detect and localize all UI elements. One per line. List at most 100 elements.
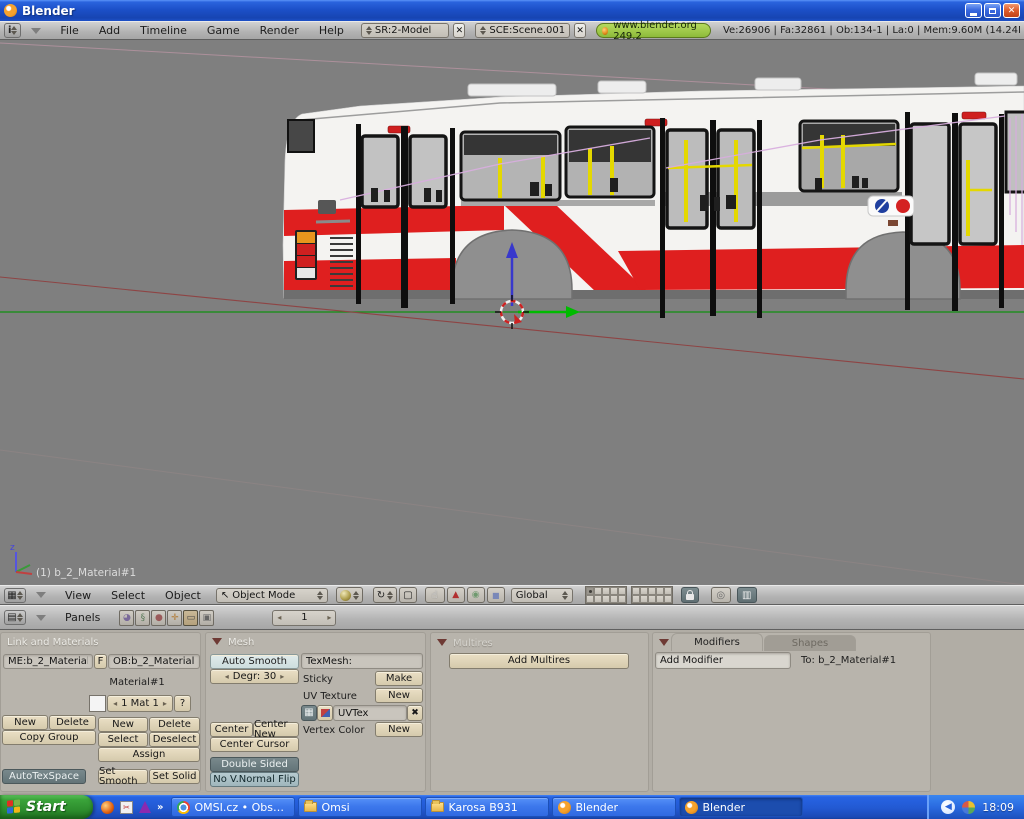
menu-game[interactable]: Game xyxy=(198,24,249,37)
panel-title[interactable]: Link and Materials xyxy=(7,637,98,648)
proportional-edit-button[interactable]: ◎ xyxy=(711,587,731,603)
uvtex-grid-button[interactable]: ▦ xyxy=(301,705,317,721)
panel-collapse-icon[interactable] xyxy=(659,639,669,646)
assign-button[interactable]: Assign xyxy=(98,747,200,762)
quick-launch-icon-1[interactable] xyxy=(101,801,114,814)
tab-shapes[interactable]: Shapes xyxy=(764,635,856,651)
start-button[interactable]: Start xyxy=(0,795,93,819)
screen-selector[interactable]: SR:2-Model xyxy=(361,23,449,38)
uvtex-delete-button[interactable]: ✖ xyxy=(407,705,423,721)
orientation-dropdown[interactable]: Global xyxy=(511,588,573,603)
3d-viewport[interactable]: z (1) b_2_Material#1 xyxy=(0,40,1024,585)
task-omsi-cz[interactable]: OMSI.cz • Obsah - G... xyxy=(171,797,295,817)
panel-collapse-icon[interactable] xyxy=(437,639,447,646)
shading-context-button[interactable]: ● xyxy=(151,610,166,626)
snap-target-button[interactable]: ▢ xyxy=(399,587,416,603)
pivot-dropdown[interactable]: ↻ xyxy=(373,587,397,603)
manipulator-rotate-button[interactable]: ◉ xyxy=(467,587,485,603)
editing-context-button[interactable]: ▭ xyxy=(183,610,198,626)
material-delete-button[interactable]: Delete xyxy=(149,717,200,732)
draw-type-dropdown[interactable] xyxy=(336,587,363,603)
center-new-button[interactable]: Center New xyxy=(253,722,299,737)
uvtex-image-button[interactable] xyxy=(317,705,333,721)
render-preview-button[interactable]: ▥ xyxy=(737,587,757,603)
object-name-field[interactable]: OB:b_2_Material#1 xyxy=(108,654,200,669)
material-new-button[interactable]: New xyxy=(98,717,148,732)
viewport-type-button[interactable]: ▦ xyxy=(4,588,26,603)
task-blender-1[interactable]: Blender xyxy=(552,797,676,817)
menu-file[interactable]: File xyxy=(51,24,87,37)
material-index-field[interactable]: ◂1 Mat 1▸ xyxy=(107,695,173,712)
panel-title[interactable]: Multires xyxy=(453,638,493,649)
panel-title[interactable]: Mesh xyxy=(228,637,254,648)
restore-button[interactable] xyxy=(984,3,1001,18)
double-sided-toggle[interactable]: Double Sided xyxy=(210,757,299,772)
vgroup-delete-button[interactable]: Delete xyxy=(49,715,96,730)
panel-collapse-icon[interactable] xyxy=(212,638,222,645)
tab-modifiers[interactable]: Modifiers xyxy=(671,633,763,651)
menu-render[interactable]: Render xyxy=(251,24,308,37)
quick-launch-icon-3[interactable] xyxy=(139,801,151,813)
quick-launch-overflow-chevron[interactable]: » xyxy=(157,802,163,813)
manipulator-hand-button[interactable]: ☝ xyxy=(425,587,445,603)
panels-menu[interactable]: Panels xyxy=(56,611,109,624)
center-cursor-button[interactable]: Center Cursor xyxy=(210,737,299,752)
collapse-menu-icon[interactable] xyxy=(36,615,46,621)
copy-group-button[interactable]: Copy Group xyxy=(2,730,96,745)
material-color-swatch[interactable] xyxy=(89,695,106,712)
layer-buttons-2[interactable] xyxy=(631,586,673,604)
frame-number-field[interactable]: ◂ 1 ▸ xyxy=(272,610,336,626)
center-button[interactable]: Center xyxy=(210,722,253,737)
version-button[interactable]: www.blender.org 249.2 xyxy=(596,23,711,38)
minimize-button[interactable] xyxy=(965,3,982,18)
deselect-button[interactable]: Deselect xyxy=(149,732,200,747)
add-multires-button[interactable]: Add Multires xyxy=(449,653,629,669)
set-solid-button[interactable]: Set Solid xyxy=(149,769,200,784)
manipulator-translate-button[interactable]: ▲ xyxy=(447,587,465,603)
buttons-window-type-button[interactable]: ▤ xyxy=(4,610,26,625)
autotexspace-toggle[interactable]: AutoTexSpace xyxy=(2,769,86,784)
layer-buttons-1[interactable] xyxy=(585,586,627,604)
vertex-color-new-button[interactable]: New xyxy=(375,722,423,737)
hide-icons-chevron[interactable]: ◀ xyxy=(941,800,955,814)
mesh-name-field[interactable]: ME:b_2_Material#1 xyxy=(3,654,93,669)
collapse-menu-icon[interactable] xyxy=(31,28,41,34)
manipulator-scale-button[interactable]: ■ xyxy=(487,587,505,603)
object-context-button[interactable]: ✛ xyxy=(167,610,182,626)
task-omsi-folder[interactable]: Omsi xyxy=(298,797,422,817)
task-karosa-folder[interactable]: Karosa B931 xyxy=(425,797,549,817)
task-blender-2[interactable]: Blender xyxy=(679,797,803,817)
screen-unlink-button[interactable]: ✕ xyxy=(453,23,465,38)
auto-smooth-toggle[interactable]: Auto Smooth xyxy=(210,654,299,669)
select-button[interactable]: Select xyxy=(98,732,148,747)
scene-context-button[interactable]: ▣ xyxy=(199,610,214,626)
uv-texture-new-button[interactable]: New xyxy=(375,688,423,703)
fake-user-button[interactable]: F xyxy=(94,654,107,669)
script-context-button[interactable]: § xyxy=(135,610,150,626)
close-button[interactable]: ✕ xyxy=(1003,3,1020,18)
collapse-menu-icon[interactable] xyxy=(36,592,46,598)
menu-object[interactable]: Object xyxy=(156,589,210,602)
menu-help[interactable]: Help xyxy=(310,24,353,37)
uvtex-name-field[interactable]: UVTex xyxy=(333,705,407,721)
set-smooth-button[interactable]: Set Smooth xyxy=(98,769,148,784)
material-help-button[interactable]: ? xyxy=(174,695,191,712)
tray-app-icon[interactable] xyxy=(962,801,975,814)
scene-unlink-button[interactable]: ✕ xyxy=(574,23,586,38)
degr-slider[interactable]: ◂Degr: 30▸ xyxy=(210,669,299,684)
quick-launch-icon-2[interactable]: ✂ xyxy=(120,801,133,814)
sticky-make-button[interactable]: Make xyxy=(375,671,423,686)
add-modifier-dropdown[interactable]: Add Modifier xyxy=(655,652,791,669)
menu-select[interactable]: Select xyxy=(102,589,154,602)
vgroup-new-button[interactable]: New xyxy=(2,715,48,730)
mode-dropdown[interactable]: ↖ Object Mode xyxy=(216,588,328,603)
lock-layers-button[interactable] xyxy=(681,587,699,603)
scene-selector[interactable]: SCE:Scene.001 xyxy=(475,23,570,38)
menu-view[interactable]: View xyxy=(56,589,100,602)
window-type-button[interactable]: i xyxy=(4,23,21,38)
logic-context-button[interactable]: ◕ xyxy=(119,610,134,626)
texmesh-field[interactable]: TexMesh: xyxy=(301,653,423,669)
menu-add[interactable]: Add xyxy=(90,24,129,37)
menu-timeline[interactable]: Timeline xyxy=(131,24,196,37)
no-vnormal-flip-toggle[interactable]: No V.Normal Flip xyxy=(210,772,299,787)
